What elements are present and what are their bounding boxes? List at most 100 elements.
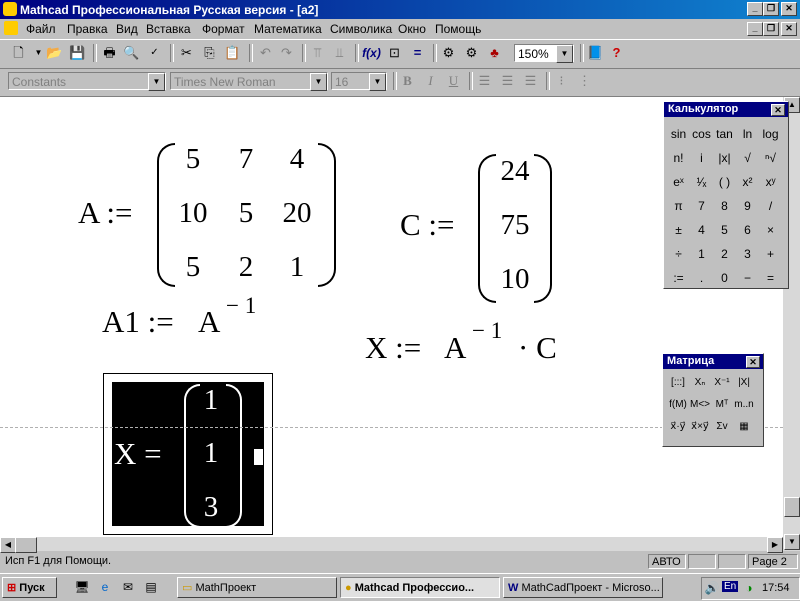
calculator-button[interactable]: eˣ bbox=[667, 170, 690, 194]
align-across-icon[interactable]: ⫫ bbox=[329, 43, 350, 63]
print-preview-icon[interactable]: 🔍 bbox=[121, 43, 142, 63]
calculator-button[interactable]: ± bbox=[667, 218, 690, 242]
task-mathproject[interactable]: ▭ MathПроект bbox=[177, 577, 337, 598]
calculator-button[interactable]: π bbox=[667, 194, 690, 218]
calculator-button[interactable]: 4 bbox=[690, 218, 713, 242]
channels-icon[interactable]: ▤ bbox=[143, 579, 159, 595]
font-size-select[interactable]: 16 ▼ bbox=[331, 72, 387, 91]
help-icon[interactable]: ? bbox=[606, 43, 627, 63]
calculator-button[interactable]: 2 bbox=[713, 242, 736, 266]
calculator-button[interactable]: 7 bbox=[690, 194, 713, 218]
bold-icon[interactable]: B bbox=[397, 71, 418, 91]
resource-book-icon[interactable]: 📘 bbox=[585, 43, 606, 63]
chevron-down-icon[interactable]: ▼ bbox=[556, 45, 573, 63]
start-button[interactable]: ⊞ Пуск bbox=[2, 577, 57, 598]
x-result-region[interactable]: X = 1 1 3 bbox=[103, 373, 273, 535]
task-mathcad[interactable]: ● Mathcad Профессио... bbox=[340, 577, 500, 598]
matrix-palette-button[interactable]: X⁻¹ bbox=[711, 372, 733, 394]
calculator-button[interactable]: − bbox=[736, 266, 759, 290]
numbering-icon[interactable]: ⋮ bbox=[574, 71, 595, 91]
menu-help[interactable]: Помощь bbox=[435, 22, 481, 36]
calculator-button[interactable]: ln bbox=[736, 122, 759, 146]
calculator-palette-titlebar[interactable]: Калькулятор ✕ bbox=[664, 102, 788, 117]
open-folder-icon[interactable]: 📂 bbox=[44, 43, 65, 63]
calculator-button[interactable]: := bbox=[667, 266, 690, 290]
matrix-a-cell[interactable]: 5 bbox=[173, 143, 213, 176]
menu-math[interactable]: Математика bbox=[254, 22, 322, 36]
insert-component-icon[interactable]: ⚙ bbox=[461, 43, 482, 63]
matrix-a-cell[interactable]: 2 bbox=[226, 251, 266, 284]
matrix-palette[interactable]: Матрица ✕ [:::] Xₙ X⁻¹ |X| f(M) M<> Mᵀ m..n x⃗·y… bbox=[662, 353, 764, 447]
matrix-a-cell[interactable]: 4 bbox=[277, 143, 317, 176]
calculator-button[interactable]: 3 bbox=[736, 242, 759, 266]
matrix-a-cell[interactable]: 5 bbox=[173, 251, 213, 284]
matrix-palette-button[interactable]: m..n bbox=[733, 394, 755, 416]
calculator-button[interactable]: ⁿ√ bbox=[759, 146, 782, 170]
chevron-down-icon[interactable]: ▼ bbox=[369, 73, 386, 91]
menu-format[interactable]: Формат bbox=[202, 22, 245, 36]
vector-c-cell[interactable]: 75 bbox=[492, 209, 538, 242]
calculator-button[interactable]: log bbox=[759, 122, 782, 146]
calculator-button[interactable]: 0 bbox=[713, 266, 736, 290]
a1-exponent[interactable]: − 1 bbox=[226, 293, 256, 319]
calculator-button[interactable]: |x| bbox=[713, 146, 736, 170]
calculator-palette[interactable]: Калькулятор ✕ sin cos tan ln log n! i |x| √ ⁿ√ eˣ ¹… bbox=[663, 101, 789, 289]
align-center-icon[interactable]: ☰ bbox=[497, 71, 518, 91]
calculator-button[interactable]: = bbox=[759, 266, 782, 290]
a1-base[interactable]: A bbox=[198, 304, 220, 340]
style-select[interactable]: Constants ▼ bbox=[8, 72, 166, 91]
insert-graph-icon[interactable]: ⚙ bbox=[438, 43, 459, 63]
matrix-palette-button[interactable]: M<> bbox=[689, 394, 711, 416]
matrix-a-cell[interactable]: 10 bbox=[173, 197, 213, 230]
calculator-button[interactable]: . bbox=[690, 266, 713, 290]
calculator-button[interactable]: + bbox=[759, 242, 782, 266]
task-word[interactable]: W MathCadПроект - Microso... bbox=[503, 577, 663, 598]
underline-icon[interactable]: U bbox=[443, 71, 464, 91]
doc-close-button[interactable]: ✕ bbox=[781, 22, 797, 36]
italic-icon[interactable]: I bbox=[420, 71, 441, 91]
calculate-icon[interactable]: = bbox=[407, 43, 428, 63]
calculator-button[interactable]: 6 bbox=[736, 218, 759, 242]
chevron-down-icon[interactable]: ▼ bbox=[310, 73, 327, 91]
matrix-a-cell[interactable]: 20 bbox=[277, 197, 317, 230]
calculator-button[interactable]: sin bbox=[667, 122, 690, 146]
menu-window[interactable]: Окно bbox=[398, 22, 426, 36]
menu-symbolics[interactable]: Символика bbox=[330, 22, 392, 36]
calculator-button[interactable]: 9 bbox=[736, 194, 759, 218]
calculator-button[interactable]: i bbox=[690, 146, 713, 170]
font-select[interactable]: Times New Roman ▼ bbox=[170, 72, 328, 91]
calculator-button[interactable]: ÷ bbox=[667, 242, 690, 266]
calculator-button[interactable]: × bbox=[759, 218, 782, 242]
internet-explorer-icon[interactable]: e bbox=[97, 579, 113, 595]
chevron-down-icon[interactable]: ▼ bbox=[148, 73, 165, 91]
insert-function-icon[interactable]: f(x) bbox=[361, 43, 382, 63]
document-icon[interactable] bbox=[4, 21, 18, 35]
close-icon[interactable]: ✕ bbox=[771, 104, 785, 116]
calculator-button[interactable]: n! bbox=[667, 146, 690, 170]
calculator-button[interactable]: ( ) bbox=[713, 170, 736, 194]
x-definition-a[interactable]: A bbox=[444, 330, 466, 366]
menu-view[interactable]: Вид bbox=[116, 22, 138, 36]
outlook-express-icon[interactable]: ✉ bbox=[120, 579, 136, 595]
paste-icon[interactable]: 📋 bbox=[222, 43, 243, 63]
save-icon[interactable]: 💾 bbox=[67, 43, 88, 63]
calculator-button[interactable]: 5 bbox=[713, 218, 736, 242]
insert-unit-icon[interactable]: ⊡ bbox=[384, 43, 405, 63]
copy-icon[interactable]: ⎘ bbox=[199, 43, 220, 63]
align-left-icon[interactable]: ☰ bbox=[474, 71, 495, 91]
matrix-palette-titlebar[interactable]: Матрица ✕ bbox=[663, 354, 763, 369]
close-icon[interactable]: ✕ bbox=[746, 356, 760, 368]
calculator-button[interactable]: ¹⁄ₓ bbox=[690, 170, 713, 194]
horizontal-scroll-thumb[interactable] bbox=[15, 537, 37, 553]
matrix-palette-button[interactable]: Mᵀ bbox=[711, 394, 733, 416]
scroll-right-icon[interactable]: ▶ bbox=[767, 537, 783, 553]
spell-check-icon[interactable]: ✓ bbox=[144, 43, 165, 63]
zoom-select[interactable]: 150% ▼ bbox=[514, 44, 574, 63]
cut-icon[interactable]: ✂ bbox=[176, 43, 197, 63]
menu-file[interactable]: Файл bbox=[26, 22, 56, 36]
vector-c-cell[interactable]: 10 bbox=[492, 263, 538, 296]
tray-app-icon[interactable]: ◑ bbox=[741, 580, 757, 596]
close-button[interactable]: ✕ bbox=[781, 2, 797, 16]
doc-restore-button[interactable]: ❐ bbox=[763, 22, 779, 36]
maximize-button[interactable]: ❐ bbox=[763, 2, 779, 16]
